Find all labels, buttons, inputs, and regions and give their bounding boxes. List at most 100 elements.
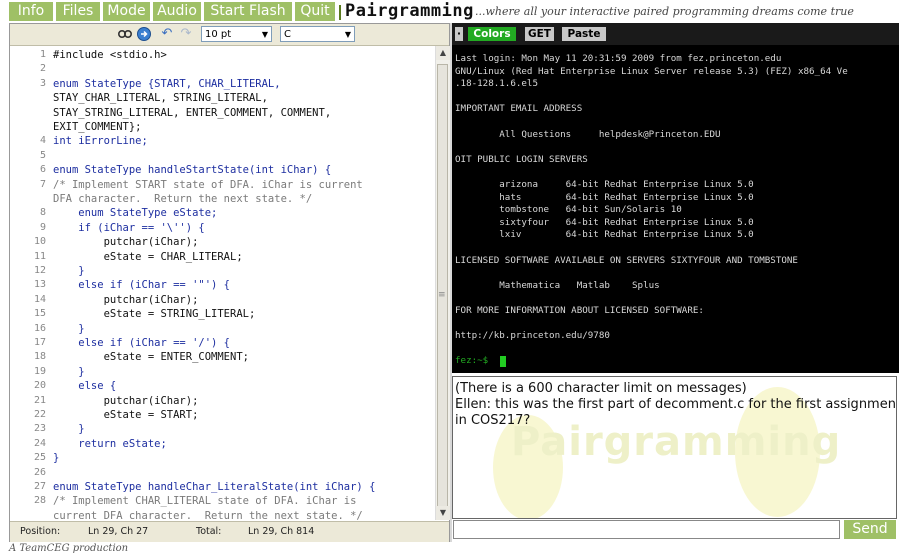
- line-number: 6: [39, 164, 46, 176]
- chat-message: Ellen: this was the first part of decomm…: [455, 397, 897, 412]
- line-number: 22: [33, 409, 46, 420]
- line-number: 20: [33, 380, 46, 392]
- terminal-line: tombstone 64-bit Sun/Solaris 10: [455, 204, 682, 216]
- menu-files-button[interactable]: Files: [56, 2, 100, 21]
- code-text: eState = ENTER_COMMENT;: [53, 351, 249, 364]
- terminal-line: LICENSED SOFTWARE AVAILABLE ON SERVERS S…: [455, 254, 798, 266]
- line-number: 28: [33, 495, 46, 507]
- terminal-line: Last login: Mon May 11 20:31:59 2009 fro…: [455, 53, 782, 64]
- line-number: 26: [33, 466, 46, 478]
- title-divider: [339, 5, 341, 20]
- line-number: 15: [33, 308, 46, 320]
- line-number: 19: [33, 365, 46, 377]
- line-number: 3: [39, 77, 46, 89]
- code-text: }: [53, 423, 85, 436]
- paste-button[interactable]: Paste: [562, 27, 606, 41]
- scroll-down-icon[interactable]: ▼: [436, 506, 450, 520]
- code-line: 14 putchar(iChar);: [10, 293, 435, 307]
- position-value: Ln 29, Ch 27: [88, 526, 149, 537]
- editor-status-bar: Position: Ln 29, Ch 27 Total: Ln 29, Ch …: [10, 521, 449, 542]
- code-text-area[interactable]: 1 #include <stdio.h> 2 3 enum StateType {STA…: [10, 46, 435, 520]
- code-text: DFA character. Return the next state. */: [53, 193, 313, 205]
- line-number: 1: [39, 49, 46, 60]
- redo-icon[interactable]: ↷: [178, 26, 194, 42]
- position-label: Position:: [20, 526, 61, 537]
- terminal-line: OIT PUBLIC LOGIN SERVERS: [455, 153, 588, 165]
- code-line: 1 #include <stdio.h>: [10, 48, 435, 62]
- code-text: }: [53, 322, 85, 335]
- total-value: Ln 29, Ch 814: [248, 526, 315, 537]
- code-text: /* Implement START state of DFA. iChar i…: [53, 178, 363, 191]
- terminal[interactable]: · Colors GET Paste Last login: Mon May 1…: [452, 23, 899, 373]
- code-text: enum StateType handleChar_LiteralState(i…: [53, 481, 376, 493]
- scroll-thumb[interactable]: [437, 64, 448, 514]
- terminal-toolbar: · Colors GET Paste: [452, 23, 899, 45]
- code-line: 17 else if (iChar == '/') {: [10, 336, 435, 350]
- code-editor: ↶ ↷ 10 pt ▼ C ▼ 1 #include <stdio.h> 2 3 enu…: [9, 23, 450, 542]
- font-size-value: 10 pt: [205, 29, 232, 40]
- line-number: 24: [33, 437, 46, 449]
- code-line: 22 eState = START;: [10, 408, 435, 422]
- code-line: 21 putchar(iChar);: [10, 394, 435, 408]
- colors-button[interactable]: Colors: [468, 27, 516, 41]
- code-line: 19 }: [10, 365, 435, 379]
- find-icon[interactable]: [117, 26, 133, 42]
- terminal-line: IMPORTANT EMAIL ADDRESS: [455, 103, 583, 115]
- line-number: 23: [33, 423, 46, 435]
- code-line: 26: [10, 466, 435, 480]
- code-text: enum StateType handleStartState(int iCha…: [53, 164, 332, 177]
- menu-quit-button[interactable]: Quit: [295, 2, 335, 21]
- line-number: 13: [33, 279, 46, 291]
- terminal-line: GNU/Linux (Red Hat Enterprise Linux Serv…: [455, 65, 848, 77]
- terminal-cursor: [500, 356, 506, 368]
- line-number: 8: [39, 207, 46, 219]
- chevron-down-icon: ▼: [344, 30, 351, 39]
- code-text: EXIT_COMMENT};: [53, 121, 142, 133]
- code-text: }: [53, 365, 85, 378]
- chat-input[interactable]: [453, 520, 840, 539]
- send-button[interactable]: Send: [844, 520, 896, 539]
- code-line: STAY_STRING_LITERAL, ENTER_COMMENT, COMM…: [10, 106, 435, 120]
- menu-mode-button[interactable]: Mode: [103, 2, 150, 21]
- code-text: else if (iChar == '/') {: [53, 337, 231, 349]
- goto-line-icon[interactable]: [136, 26, 152, 42]
- editor-scrollbar[interactable]: ▲ ≡ ▼: [435, 46, 450, 520]
- code-line: 5: [10, 149, 435, 163]
- code-line: 10 putchar(iChar);: [10, 235, 435, 249]
- scroll-grip-icon: ≡: [438, 290, 446, 300]
- terminal-line: arizona 64-bit Redhat Enterprise Linux 5…: [455, 179, 754, 190]
- language-select[interactable]: C ▼: [280, 26, 355, 42]
- chevron-down-icon: ▼: [261, 30, 268, 39]
- menu-start-flash-button[interactable]: Start Flash: [204, 2, 292, 21]
- terminal-line: All Questions helpdesk@Princeton.EDU: [455, 128, 721, 140]
- code-line: 4 int iErrorLine;: [10, 134, 435, 148]
- code-text: }: [53, 452, 60, 465]
- font-size-select[interactable]: 10 pt ▼: [201, 26, 272, 42]
- code-line: EXIT_COMMENT};: [10, 120, 435, 134]
- code-text: putchar(iChar);: [53, 236, 199, 249]
- menu-bar: Info Files Mode Audio Start Flash Quit P…: [0, 0, 899, 22]
- undo-icon[interactable]: ↶: [159, 26, 175, 42]
- code-line: 28 /* Implement CHAR_LITERAL state of DFA…: [10, 494, 435, 508]
- line-number: 9: [39, 221, 46, 233]
- code-text: if (iChar == '\'') {: [53, 221, 205, 234]
- scroll-up-icon[interactable]: ▲: [436, 46, 450, 60]
- menu-audio-button[interactable]: Audio: [153, 2, 201, 21]
- total-label: Total:: [196, 526, 222, 537]
- terminal-menu-button[interactable]: ·: [455, 27, 463, 41]
- editor-toolbar: ↶ ↷ 10 pt ▼ C ▼: [10, 24, 449, 46]
- line-number: 7: [39, 178, 46, 190]
- code-text: putchar(iChar);: [53, 394, 199, 407]
- line-number: 2: [39, 63, 46, 75]
- line-number: 18: [33, 351, 46, 363]
- get-button[interactable]: GET: [525, 27, 554, 41]
- chat-log: Pairgramming (There is a 600 character l…: [452, 376, 897, 519]
- terminal-line: http://kb.princeton.edu/9780: [455, 330, 610, 342]
- app-tagline: ...where all your interactive paired pro…: [475, 5, 854, 18]
- code-line: 13 else if (iChar == '"') {: [10, 278, 435, 292]
- code-text: else if (iChar == '"') {: [53, 279, 231, 292]
- line-number: 12: [33, 265, 46, 276]
- chat-watermark: Pairgramming: [511, 419, 842, 465]
- menu-info-button[interactable]: Info: [9, 2, 53, 21]
- code-text: putchar(iChar);: [53, 293, 199, 306]
